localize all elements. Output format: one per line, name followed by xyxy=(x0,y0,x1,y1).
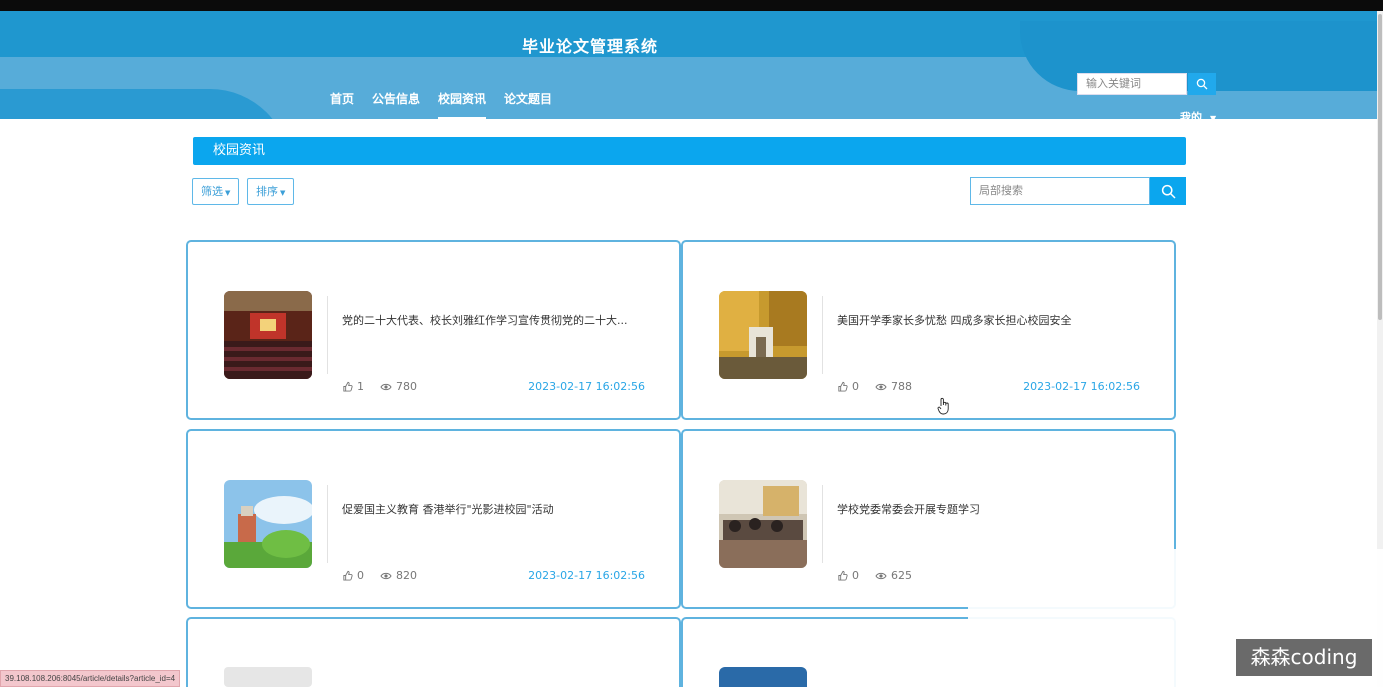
like-icon[interactable] xyxy=(837,381,848,392)
article-stats: 0 820 xyxy=(342,569,417,582)
article-thumbnail xyxy=(719,480,807,568)
eye-icon xyxy=(380,383,392,390)
article-stats: 0 625 xyxy=(837,569,912,582)
article-stats: 1 780 xyxy=(342,380,417,393)
keyword-search-input[interactable]: 输入关键词 xyxy=(1077,73,1187,95)
view-count: 625 xyxy=(891,569,912,582)
article-thumbnail xyxy=(224,291,312,379)
view-count: 820 xyxy=(396,569,417,582)
sort-button[interactable]: 排序 ▼ xyxy=(247,178,295,205)
main-nav: 首页 公告信息 校园资讯 论文题目 xyxy=(330,90,552,119)
site-title: 毕业论文管理系统 xyxy=(521,37,658,56)
sort-label: 排序 xyxy=(256,185,278,198)
article-card[interactable]: 促爱国主义教育 香港举行"光影进校园"活动 0 820 2023-02-17 1… xyxy=(186,429,681,609)
article-date: 2023-02-17 16:02:56 xyxy=(528,380,645,393)
user-menu[interactable]: 我的 ▼ xyxy=(1180,109,1216,119)
card-divider xyxy=(327,485,328,563)
article-date: 2023-02-17 16:02:56 xyxy=(528,569,645,582)
like-icon[interactable] xyxy=(342,381,353,392)
caret-down-icon: ▼ xyxy=(225,189,231,197)
card-divider xyxy=(822,485,823,563)
hand-cursor-icon xyxy=(937,397,949,415)
caret-down-icon: ▼ xyxy=(1210,114,1217,119)
view-count: 780 xyxy=(396,380,417,393)
article-card[interactable] xyxy=(186,617,681,687)
article-title[interactable]: 学校党委常委会开展专题学习 xyxy=(837,501,1137,517)
article-thumbnail xyxy=(224,480,312,568)
site-header: 毕业论文管理系统 首页 公告信息 校园资讯 论文题目 输入关键词 我的 ▼ xyxy=(0,11,1383,119)
keyword-search-button[interactable] xyxy=(1188,73,1216,95)
view-count: 788 xyxy=(891,380,912,393)
like-count: 0 xyxy=(852,380,859,393)
caret-down-icon: ▼ xyxy=(280,189,286,197)
filter-label: 筛选 xyxy=(201,185,223,198)
nav-thesis-topics[interactable]: 论文题目 xyxy=(504,90,552,119)
section-title: 校园资讯 xyxy=(193,137,1186,165)
article-card[interactable]: 党的二十大代表、校长刘雅红作学习宣传贯彻党的二十大... 1 780 2023-… xyxy=(186,240,681,420)
article-date: 2023-02-17 16:02:56 xyxy=(1023,380,1140,393)
card-divider xyxy=(822,296,823,374)
filter-button[interactable]: 筛选 ▼ xyxy=(192,178,240,205)
article-card[interactable]: 美国开学季家长多忧愁 四成多家长担心校园安全 0 788 2023-02-17 … xyxy=(681,240,1176,420)
eye-icon xyxy=(875,383,887,390)
like-icon[interactable] xyxy=(837,570,848,581)
nav-home[interactable]: 首页 xyxy=(330,90,354,119)
search-icon xyxy=(1161,184,1176,199)
nav-campus-news[interactable]: 校园资讯 xyxy=(438,90,487,119)
user-menu-label: 我的 xyxy=(1180,111,1202,119)
like-count: 1 xyxy=(357,380,364,393)
article-stats: 0 788 xyxy=(837,380,912,393)
local-search-button[interactable] xyxy=(1150,177,1186,205)
article-thumbnail xyxy=(719,667,807,687)
watermark: 森森coding xyxy=(1236,639,1372,676)
article-title[interactable]: 促爱国主义教育 香港举行"光影进校园"活动 xyxy=(342,501,642,517)
article-title[interactable]: 美国开学季家长多忧愁 四成多家长担心校园安全 xyxy=(837,312,1137,328)
scrollbar-thumb[interactable] xyxy=(1378,14,1382,320)
search-icon xyxy=(1196,78,1208,90)
like-count: 0 xyxy=(852,569,859,582)
window-top-edge xyxy=(0,0,1383,11)
like-count: 0 xyxy=(357,569,364,582)
nav-announcements[interactable]: 公告信息 xyxy=(372,90,420,119)
article-title[interactable]: 党的二十大代表、校长刘雅红作学习宣传贯彻党的二十大... xyxy=(342,312,642,328)
status-bar-url: 39.108.108.206:8045/article/details?arti… xyxy=(0,670,181,687)
like-icon[interactable] xyxy=(342,570,353,581)
article-thumbnail xyxy=(719,291,807,379)
eye-icon xyxy=(875,572,887,579)
card-divider xyxy=(327,296,328,374)
article-thumbnail xyxy=(224,667,312,687)
local-search-input[interactable]: 局部搜索 xyxy=(970,177,1150,205)
eye-icon xyxy=(380,572,392,579)
